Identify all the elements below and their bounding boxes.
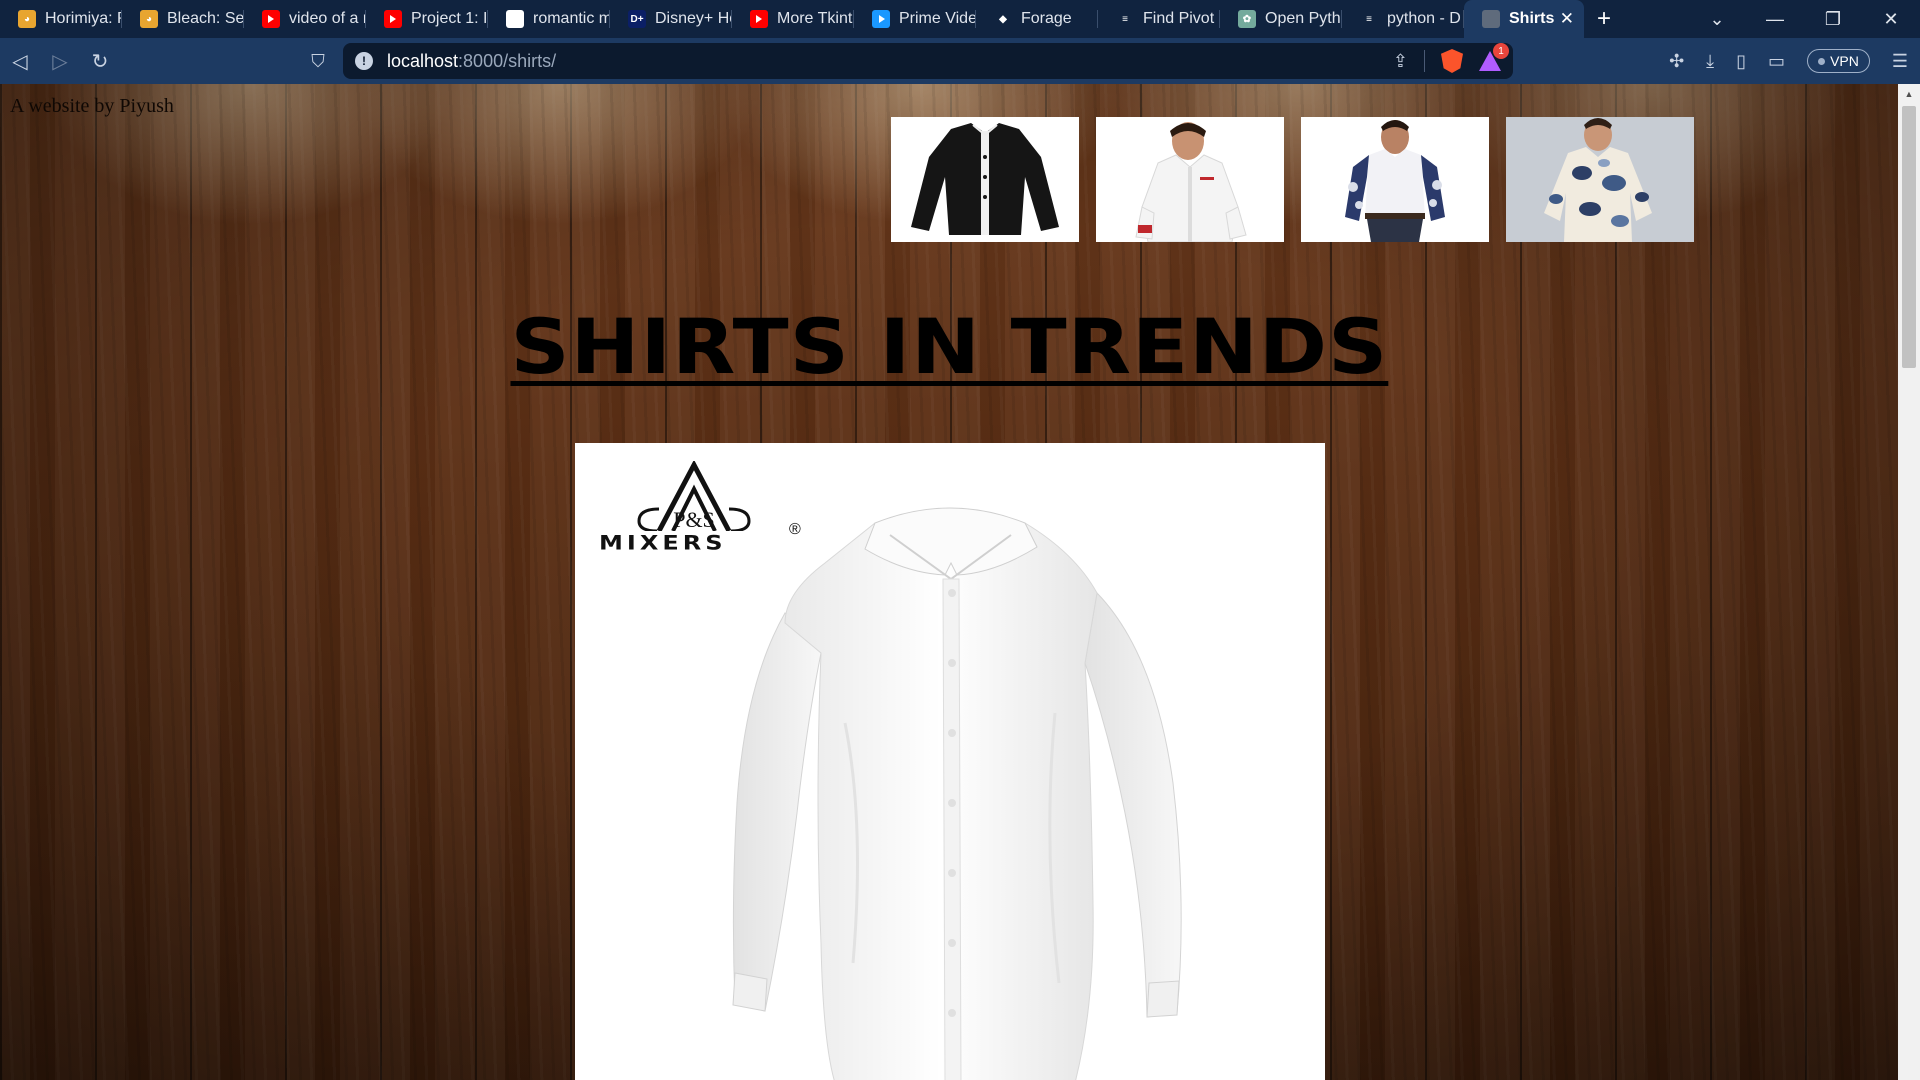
url-text[interactable]: localhost:8000/shirts/ — [387, 51, 556, 72]
page-title: SHIRTS IN TRENDS — [510, 302, 1388, 391]
share-icon[interactable]: ⇪ — [1393, 51, 1408, 72]
reload-icon: ↻ — [91, 50, 109, 73]
address-bar-actions: ⇪ 1 — [1393, 43, 1509, 79]
tab-pivot[interactable]: ≡ Find Pivot I — [1098, 0, 1220, 38]
tab-label: Prime Videc — [899, 10, 976, 27]
forward-arrow-icon: ▷ — [52, 50, 68, 73]
white-shirt-model-image — [1135, 122, 1247, 242]
back-arrow-icon: ◁ — [12, 50, 28, 73]
tab-video[interactable]: video of a r — [244, 0, 366, 38]
address-bar[interactable]: ! localhost:8000/shirts/ ⇪ 1 — [343, 43, 1513, 79]
white-shirt-model-thumbnail[interactable] — [1096, 117, 1284, 242]
close-window-icon[interactable]: ✕ — [1862, 0, 1920, 38]
url-path: :8000/shirts/ — [458, 50, 557, 71]
brave-rewards-button[interactable]: 1 — [1479, 43, 1509, 73]
browser-toolbar: ◁ ▷ ↻ ⛉ ! localhost:8000/shirts/ ⇪ 1 ✣ ⤓… — [0, 38, 1920, 84]
globe-icon — [1482, 10, 1500, 28]
brand-monogram: P&S — [673, 507, 715, 531]
tab-bleach[interactable]: ◕ Bleach: Sen — [122, 0, 244, 38]
notification-badge: 1 — [1493, 43, 1509, 59]
tab-label: Bleach: Sen — [167, 10, 244, 27]
close-tab-icon[interactable]: ✕ — [1560, 9, 1574, 29]
white-blue-sleeve-model-thumbnail[interactable] — [1301, 117, 1489, 242]
divider — [1424, 50, 1425, 72]
prime-video-icon — [872, 10, 890, 28]
tab-label: More Tkinte — [777, 10, 854, 27]
tab-label: python - D — [1387, 10, 1461, 27]
tab-label: Shirts — [1509, 10, 1555, 27]
wallet-icon[interactable]: ▭ — [1768, 51, 1785, 72]
tab-label: Find Pivot I — [1143, 10, 1220, 27]
youtube-icon — [384, 10, 402, 28]
tab-search-chevron-icon[interactable]: ⌄ — [1688, 0, 1746, 38]
black-shirt-thumbnail[interactable] — [891, 117, 1079, 242]
vpn-button[interactable]: VPN — [1807, 49, 1870, 73]
downloads-icon[interactable]: ⤓ — [1706, 51, 1714, 72]
tab-horimiya[interactable]: ◕ Horimiya: P — [0, 0, 122, 38]
sidebar-icon[interactable]: ▯ — [1736, 51, 1746, 72]
tab-label: romantic m — [533, 10, 610, 27]
url-host: localhost — [387, 50, 459, 71]
site-byline: A website by Piyush — [10, 95, 174, 117]
white-blue-sleeve-model-image — [1345, 120, 1445, 242]
minimize-icon[interactable]: — — [1746, 0, 1804, 38]
tab-strip: ◕ Horimiya: P ◕ Bleach: Sen video of a r… — [0, 0, 1920, 38]
featured-shirt-image[interactable]: P&S MIXERS ® — [575, 443, 1325, 1080]
thumbnail-gallery — [891, 117, 1694, 242]
new-tab-button[interactable]: + — [1584, 0, 1624, 38]
tab-label: video of a r — [289, 10, 366, 27]
disney-plus-icon: D+ — [628, 10, 646, 28]
bookmark-icon: ⛉ — [311, 50, 325, 71]
tab-list: ◕ Horimiya: P ◕ Bleach: Sen video of a r… — [0, 0, 1584, 38]
floral-shirt-model-thumbnail[interactable] — [1506, 117, 1694, 242]
google-icon: G — [506, 10, 524, 28]
brave-shields-icon[interactable] — [1441, 49, 1463, 73]
tab-label: Horimiya: P — [45, 10, 122, 27]
vpn-status-dot — [1818, 57, 1826, 65]
stackoverflow-icon: ≡ — [1122, 13, 1128, 25]
floral-shirt-model-image — [1544, 118, 1652, 242]
youtube-icon — [262, 10, 280, 28]
plus-icon: + — [1596, 5, 1611, 32]
tab-label: Disney+ Ho — [655, 10, 732, 27]
black-shirt-image — [911, 123, 1059, 235]
site-info-icon[interactable]: ! — [355, 52, 373, 70]
tab-prime[interactable]: Prime Videc — [854, 0, 976, 38]
tab-forage[interactable]: ◆ Forage — [976, 0, 1098, 38]
scrollbar-thumb[interactable] — [1902, 106, 1916, 368]
reload-button[interactable]: ↻ — [80, 43, 120, 79]
menu-icon[interactable]: ☰ — [1892, 51, 1908, 72]
page-scrollbar[interactable]: ▲ — [1898, 84, 1920, 1080]
back-button[interactable]: ◁ — [0, 43, 40, 79]
tab-tkinter[interactable]: More Tkinte — [732, 0, 854, 38]
scroll-up-arrow-icon[interactable]: ▲ — [1898, 84, 1920, 104]
tab-label: Forage — [1021, 10, 1072, 27]
youtube-icon — [750, 10, 768, 28]
white-dress-shirt-image — [732, 507, 1182, 1080]
chatgpt-icon: ✿ — [1238, 10, 1256, 28]
tab-disney[interactable]: D+ Disney+ Ho — [610, 0, 732, 38]
tab-project[interactable]: Project 1: Ir — [366, 0, 488, 38]
tab-python-django[interactable]: ≡ python - D — [1342, 0, 1464, 38]
tab-label: Open Pytho — [1265, 10, 1342, 27]
stackoverflow-icon: ≡ — [1366, 13, 1372, 25]
tab-romantic[interactable]: G romantic m — [488, 0, 610, 38]
window-controls: ⌄ — ❐ ✕ — [1688, 0, 1920, 38]
vpn-label: VPN — [1830, 53, 1859, 69]
page-viewport: A website by Piyush SHIRTS IN TRENDS P&S… — [0, 84, 1920, 1080]
bookmark-button[interactable]: ⛉ — [300, 43, 336, 79]
cat-icon: ◕ — [18, 10, 36, 28]
brand-name: MIXERS — [599, 531, 727, 555]
page-title-wrapper: SHIRTS IN TRENDS — [0, 302, 1898, 391]
tab-open-python[interactable]: ✿ Open Pytho — [1220, 0, 1342, 38]
forage-icon: ◆ — [999, 13, 1007, 25]
tab-label: Project 1: Ir — [411, 10, 488, 27]
tab-shirts[interactable]: Shirts ✕ — [1464, 0, 1584, 38]
extensions-icon[interactable]: ✣ — [1669, 51, 1684, 72]
forward-button[interactable]: ▷ — [40, 43, 80, 79]
toolbar-right: ✣ ⤓ ▯ ▭ VPN ☰ — [1669, 43, 1908, 79]
restore-icon[interactable]: ❐ — [1804, 0, 1862, 38]
cat-icon: ◕ — [140, 10, 158, 28]
